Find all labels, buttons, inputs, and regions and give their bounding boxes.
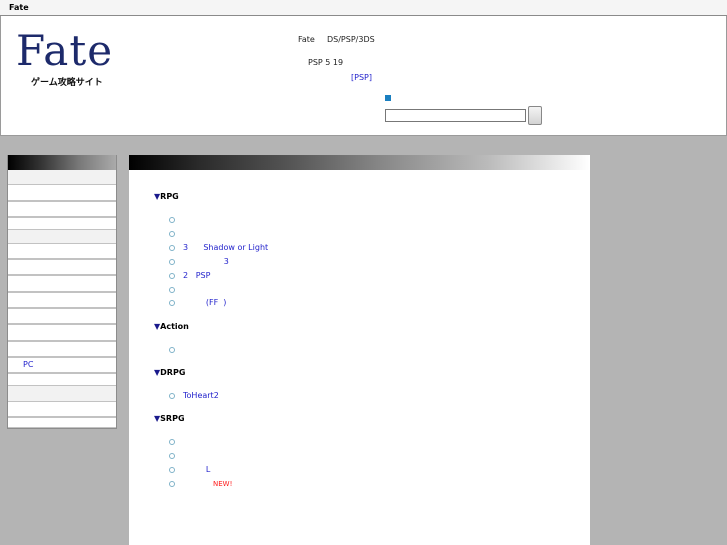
circle-bullet-icon <box>169 272 175 279</box>
circle-bullet-icon <box>169 480 175 487</box>
list-item-label[interactable]: 2 PSP <box>183 271 210 280</box>
header-text-update: PSP 5 19 <box>308 58 344 67</box>
search-button[interactable] <box>528 106 542 125</box>
header-text-platforms: DS/PSP/3DS <box>327 35 375 44</box>
category-label: DRPG <box>160 368 186 377</box>
category-label: RPG <box>160 192 179 201</box>
site-header: Fate ゲーム攻略サイト Fate DS/PSP/3DS PSP 5 19 [… <box>0 16 727 136</box>
sidebar-item[interactable] <box>8 401 116 417</box>
new-badge: NEW! <box>213 480 233 488</box>
list-item[interactable]: ToHeart2 <box>169 391 219 400</box>
sidebar-item[interactable] <box>8 259 116 275</box>
sidebar-gradient-bar <box>8 155 116 170</box>
sidebar-item[interactable] <box>8 201 116 217</box>
category-heading-rpg: ▼RPG <box>154 192 179 201</box>
sidebar-item[interactable] <box>8 275 116 292</box>
list-item[interactable]: (FF ) <box>169 298 226 307</box>
sidebar-menu: PC <box>7 155 117 429</box>
list-item[interactable] <box>169 215 183 224</box>
header-text-fate: Fate <box>298 35 315 44</box>
sidebar-item[interactable] <box>8 184 116 201</box>
circle-bullet-icon <box>169 258 175 265</box>
list-item[interactable]: L <box>169 465 210 474</box>
window-title: Fate <box>9 3 29 12</box>
sidebar-item[interactable] <box>8 417 116 428</box>
category-heading-drpg: ▼DRPG <box>154 368 185 377</box>
main-content: ▼RPG 3 Shadow or Light 3 2 PSP (FF ) ▼Ac… <box>129 155 590 545</box>
category-label: SRPG <box>160 414 185 423</box>
circle-bullet-icon <box>169 438 175 445</box>
sidebar-item[interactable] <box>8 373 116 386</box>
circle-bullet-icon <box>169 392 175 399</box>
list-item-label[interactable]: 3 <box>183 257 229 266</box>
category-heading-srpg: ▼SRPG <box>154 414 185 423</box>
category-label: Action <box>160 322 189 331</box>
list-item[interactable]: 3 <box>169 257 229 266</box>
circle-bullet-icon <box>169 244 175 251</box>
sidebar-item[interactable] <box>8 308 116 324</box>
circle-bullet-icon <box>169 346 175 353</box>
sidebar-item[interactable] <box>8 292 116 308</box>
list-item[interactable] <box>169 437 183 446</box>
sidebar-item[interactable] <box>8 217 116 230</box>
list-item-label[interactable]: 3 Shadow or Light <box>183 243 268 252</box>
header-link-psp[interactable]: [PSP] <box>351 73 372 82</box>
content-gradient-bar <box>129 155 590 170</box>
circle-bullet-icon <box>169 286 175 293</box>
category-heading-action: ▼Action <box>154 322 189 331</box>
circle-bullet-icon <box>169 230 175 237</box>
sidebar-item-pc[interactable]: PC <box>8 357 116 373</box>
sidebar-item[interactable] <box>8 324 116 341</box>
site-tagline: ゲーム攻略サイト <box>31 78 103 88</box>
sidebar-item[interactable] <box>8 243 116 259</box>
list-item[interactable]: 2 PSP <box>169 271 210 280</box>
list-item[interactable] <box>169 285 183 294</box>
list-item[interactable] <box>169 229 183 238</box>
search-input[interactable] <box>385 109 526 122</box>
list-item-label[interactable]: (FF ) <box>183 298 227 307</box>
list-item-label[interactable]: ToHeart2 <box>183 391 219 400</box>
list-item-label[interactable]: L <box>183 465 210 474</box>
circle-bullet-icon <box>169 466 175 473</box>
list-item[interactable]: NEW! <box>169 479 232 488</box>
square-bullet-icon <box>385 95 391 101</box>
site-logo[interactable]: Fate <box>16 26 113 75</box>
circle-bullet-icon <box>169 216 175 223</box>
circle-bullet-icon <box>169 452 175 459</box>
window-title-bar: Fate <box>0 0 727 16</box>
sidebar-item[interactable] <box>8 341 116 357</box>
list-item[interactable] <box>169 345 183 354</box>
circle-bullet-icon <box>169 299 175 306</box>
list-item[interactable] <box>169 451 183 460</box>
list-item[interactable]: 3 Shadow or Light <box>169 243 268 252</box>
